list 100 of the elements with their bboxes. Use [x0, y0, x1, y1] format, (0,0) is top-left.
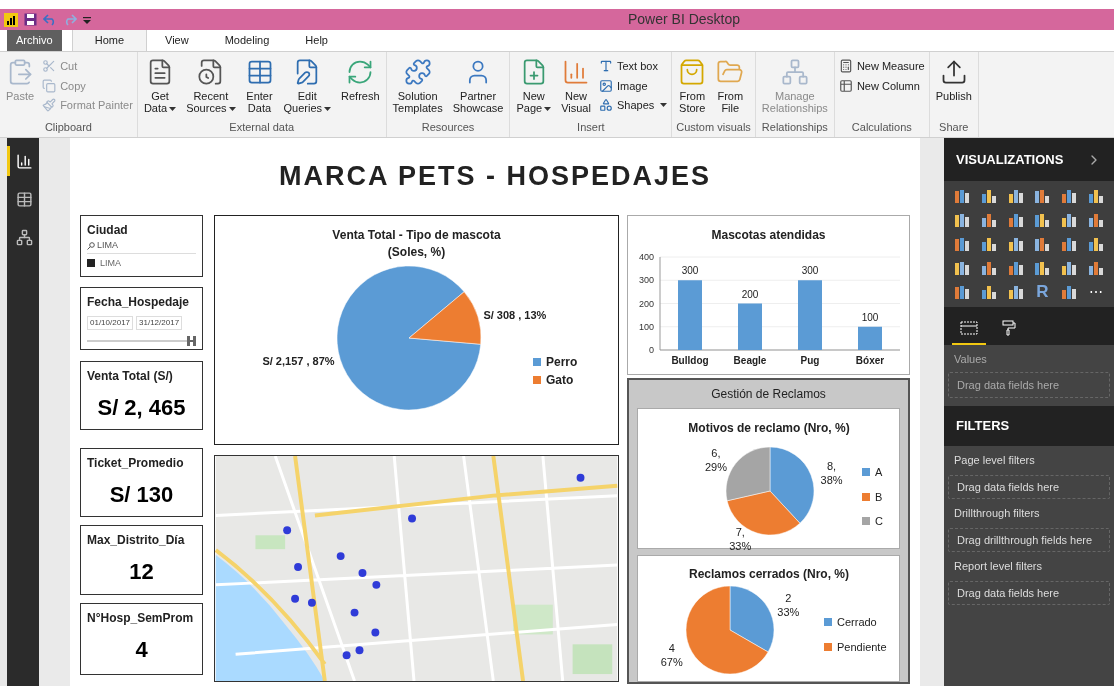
legend-label: Gato: [546, 372, 574, 389]
ribbon-button[interactable]: Text box: [598, 58, 668, 75]
filter-section-label: Report level filters: [953, 559, 1044, 574]
chart-type-icon[interactable]: [1006, 212, 1025, 228]
chart-type-icon[interactable]: [1006, 284, 1025, 300]
diagram-icon: [780, 58, 809, 86]
chart-type-icon[interactable]: [1033, 212, 1052, 228]
chart-type-icon[interactable]: [1086, 236, 1105, 252]
card-title: Fecha_Hospedaje: [87, 294, 191, 311]
drop-zone[interactable]: Drag data fields here: [948, 580, 1110, 605]
chart-type-icon[interactable]: [1006, 188, 1025, 204]
ribbon-tab[interactable]: Modeling: [206, 29, 288, 51]
ribbon-tab[interactable]: Help: [287, 29, 346, 51]
ribbon-tab[interactable]: View: [147, 29, 207, 51]
chart-type-icon[interactable]: [980, 212, 998, 228]
category-label: Pug: [800, 355, 820, 366]
table-icon: [838, 78, 853, 93]
save-icon[interactable]: [24, 13, 37, 26]
ribbon-button[interactable]: New Measure: [838, 58, 925, 75]
panel-title: Gestión de Reclamos: [710, 386, 827, 403]
chart-type-icon[interactable]: [953, 212, 972, 228]
drop-zone[interactable]: Drag data fields here: [948, 474, 1110, 499]
data-label: 2 33%: [776, 591, 801, 619]
cut-icon: [42, 59, 57, 74]
chart-type-icon[interactable]: [980, 188, 998, 204]
ribbon-button[interactable]: From File: [714, 58, 747, 114]
chart-type-icon[interactable]: [953, 260, 972, 276]
chart-type-icon[interactable]: [1060, 260, 1078, 276]
axis-tick-label: 0: [649, 345, 654, 355]
ribbon-button[interactable]: Refresh: [339, 58, 382, 102]
ribbon-button[interactable]: Publish: [933, 58, 974, 102]
chart-type-icon[interactable]: [980, 284, 998, 300]
chart-type-icon[interactable]: [1033, 260, 1052, 276]
chart-type-icon[interactable]: [1086, 212, 1105, 228]
chart-type-icon[interactable]: [1060, 284, 1078, 300]
ribbon-button[interactable]: New Column: [838, 77, 925, 94]
chart-type-icon[interactable]: [1033, 236, 1052, 252]
pane-title: VISUALIZATIONS: [956, 150, 1064, 169]
start-date-field[interactable]: 01/10/2017: [87, 316, 134, 330]
category-label: Bóxer: [855, 355, 885, 366]
range-slider[interactable]: [87, 336, 196, 346]
ribbon-button[interactable]: Image: [598, 77, 668, 94]
kpi-value: 12: [128, 558, 155, 586]
ribbon-button[interactable]: Edit Queries: [281, 58, 334, 114]
card-title: Ticket_Promedio: [87, 455, 185, 472]
customize-menu-icon[interactable]: [83, 15, 91, 24]
chart-type-icon[interactable]: [953, 236, 972, 252]
legend-label: Pendiente: [837, 639, 887, 655]
data-label: 100: [861, 311, 879, 323]
ribbon-tab[interactable]: Home: [71, 29, 148, 51]
chart-type-icon[interactable]: [953, 188, 972, 204]
chart-type-icon[interactable]: [1006, 260, 1025, 276]
chart-type-icon[interactable]: [980, 260, 998, 276]
chart-type-icon[interactable]: [980, 236, 998, 252]
ribbon-button[interactable]: From Store: [676, 58, 709, 114]
chart-type-icon[interactable]: [1060, 236, 1078, 252]
category-label: Beagle: [733, 355, 767, 366]
filter-section-label: Drillthrough filters: [953, 506, 1041, 521]
group-label: Custom visuals: [676, 119, 751, 135]
chart-title: Venta Total - Tipo de mascota (Soles, %): [331, 227, 502, 261]
ribbon-button[interactable]: Get Data: [141, 58, 179, 114]
ribbon-button[interactable]: New Visual: [559, 58, 593, 114]
pane-title: FILTERS: [956, 417, 1010, 436]
chart-type-icon[interactable]: [1060, 212, 1078, 228]
ribbon-button[interactable]: New Page: [514, 58, 554, 114]
checkbox[interactable]: [87, 259, 95, 268]
chart-type-icon[interactable]: [1006, 236, 1025, 252]
legend-label: C: [875, 514, 883, 529]
data-label: 4 67%: [659, 641, 684, 669]
ribbon-button[interactable]: Shapes: [598, 97, 668, 114]
text-box-icon: [598, 59, 613, 74]
copy-icon: [42, 78, 57, 93]
search-field[interactable]: LIMA: [87, 239, 196, 254]
group-label: Calculations: [850, 119, 913, 135]
fields-icon: [960, 321, 978, 335]
bar-chart-icon: [16, 152, 33, 170]
r-script-button[interactable]: R: [1036, 284, 1049, 300]
filter-section-label: Page level filters: [953, 453, 1036, 468]
drop-zone[interactable]: Drag drillthrough fields here: [948, 527, 1110, 552]
chart-type-icon[interactable]: [953, 284, 972, 300]
group-label: Resources: [420, 119, 476, 135]
end-date-field[interactable]: 31/12/2017: [136, 316, 183, 330]
drop-zone[interactable]: Drag data fields here: [948, 371, 1110, 398]
chart-type-icon[interactable]: [1086, 260, 1105, 276]
slider-handle-icon[interactable]: [187, 336, 196, 346]
chart-title: Reclamos cerrados (Nro, %): [687, 566, 851, 583]
data-label: 200: [741, 288, 759, 300]
data-label: 6, 29%: [703, 445, 728, 474]
more-visuals-button[interactable]: ⋯: [1088, 284, 1103, 300]
chart-type-icon[interactable]: [1086, 188, 1105, 204]
ribbon-tab[interactable]: Archivo: [7, 29, 62, 51]
data-label: S/ 2,157 , 87%: [262, 354, 335, 369]
kpi-value: S/ 2, 465: [96, 394, 187, 422]
chart-type-icon[interactable]: [1033, 188, 1052, 204]
ribbon-button[interactable]: Enter Data: [243, 58, 276, 114]
ribbon-button[interactable]: Partner Showcase: [450, 58, 506, 114]
ribbon-button[interactable]: Solution Templates: [390, 58, 445, 114]
chart-type-icon[interactable]: [1060, 188, 1078, 204]
ribbon-button[interactable]: Recent Sources: [184, 58, 238, 114]
legend-label: Cerrado: [837, 615, 877, 630]
